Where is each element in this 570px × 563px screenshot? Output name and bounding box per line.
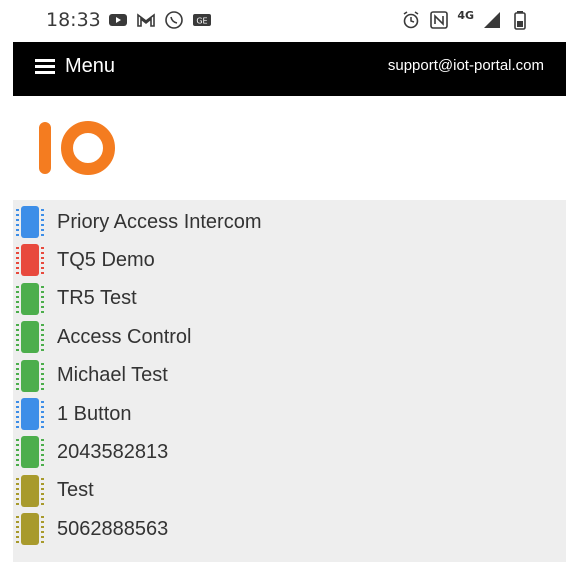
device-list-item[interactable]: TR5 Test xyxy=(13,280,566,318)
whatsapp-icon xyxy=(165,11,183,29)
ge-icon: GE xyxy=(193,14,211,26)
menu-button[interactable]: Menu xyxy=(35,55,115,78)
device-list-item[interactable]: Test xyxy=(13,472,566,510)
device-list: Priory Access Intercom TQ5 Demo TR5 Test Ac… xyxy=(13,200,566,562)
alarm-icon xyxy=(403,11,419,29)
device-name: Priory Access Intercom xyxy=(57,210,262,233)
device-chip-icon xyxy=(16,282,44,315)
device-name: Access Control xyxy=(57,325,192,348)
nfc-icon xyxy=(430,11,449,29)
network-4g-icon: 4G xyxy=(457,8,474,22)
device-chip-icon xyxy=(16,206,44,238)
device-name: Test xyxy=(57,479,94,502)
youtube-icon xyxy=(109,14,127,26)
device-chip-icon xyxy=(16,513,44,546)
status-left-icons: GE xyxy=(108,10,212,30)
logo xyxy=(36,118,116,178)
device-list-item[interactable]: TQ5 Demo xyxy=(13,241,566,279)
device-chip-icon xyxy=(16,398,44,430)
nav-bar: Menu support@iot-portal.com xyxy=(13,42,566,96)
device-name: Michael Test xyxy=(57,364,168,387)
device-chip-icon xyxy=(16,474,44,507)
status-bar: 18:33 GE 4G xyxy=(0,0,570,42)
battery-icon xyxy=(514,11,526,30)
gmail-icon xyxy=(137,13,155,27)
status-right-icons: 4G xyxy=(401,8,530,30)
device-list-item[interactable]: Access Control xyxy=(13,318,566,356)
device-name: TR5 Test xyxy=(57,287,137,310)
device-name: TQ5 Demo xyxy=(57,248,155,271)
menu-label: Menu xyxy=(65,55,116,77)
device-chip-icon xyxy=(16,436,44,469)
hamburger-icon xyxy=(35,58,55,75)
status-time: 18:33 xyxy=(46,9,101,31)
device-list-item[interactable]: 2043582813 xyxy=(13,433,566,471)
support-email-link[interactable]: support@iot-portal.com xyxy=(388,57,544,74)
device-list-item[interactable]: Michael Test xyxy=(13,357,566,395)
signal-icon xyxy=(484,12,500,28)
device-list-item[interactable]: 1 Button xyxy=(13,395,566,433)
io-logo-icon xyxy=(39,121,115,175)
device-chip-icon xyxy=(16,321,44,354)
device-name: 5062888563 xyxy=(57,517,169,540)
device-chip-icon xyxy=(16,359,44,392)
device-list-item[interactable]: Priory Access Intercom xyxy=(13,203,566,241)
svg-text:GE: GE xyxy=(196,17,207,26)
device-list-item[interactable]: 5062888563 xyxy=(13,510,566,548)
device-name: 1 Button xyxy=(57,402,132,425)
device-name: 2043582813 xyxy=(57,440,169,463)
device-chip-icon xyxy=(16,244,44,277)
